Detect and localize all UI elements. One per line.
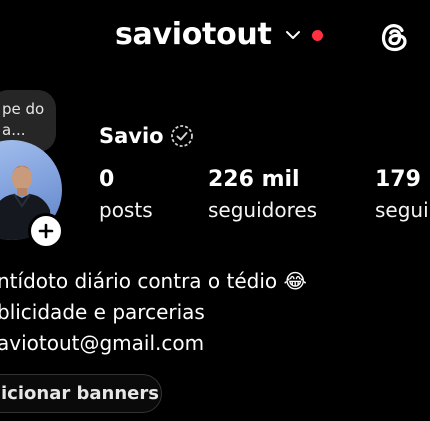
stat-label: seguidores	[208, 198, 318, 222]
add-banners-label: icionar banners	[1, 383, 159, 404]
stat-following[interactable]: 179 segui	[375, 165, 429, 225]
bio-line: ntídoto diário contra o tédio 😂	[0, 269, 307, 293]
threads-button[interactable]	[372, 15, 416, 59]
bio: ntídoto diário contra o tédio 😂 blicidad…	[0, 266, 307, 359]
account-switcher[interactable]: saviotout	[115, 14, 323, 56]
profile-screen: saviotout pe do a... Savio 0 posts 226 m…	[0, 0, 430, 421]
add-banners-button[interactable]: icionar banners	[0, 374, 162, 413]
stat-posts[interactable]: 0 posts	[99, 165, 153, 225]
bio-email-link[interactable]: aviotout@gmail.com	[0, 328, 307, 359]
stat-value: 0	[99, 167, 115, 192]
notification-dot	[311, 29, 323, 41]
display-name-row: Savio	[99, 122, 194, 150]
stat-followers[interactable]: 226 mil seguidores	[208, 165, 317, 225]
username-label: saviotout	[115, 17, 272, 52]
stat-label: segui	[375, 198, 429, 222]
bio-line: blicidade e parcerias	[0, 300, 205, 324]
chevron-down-icon	[285, 31, 300, 39]
stat-value: 179	[375, 167, 421, 192]
add-story-button[interactable]	[28, 213, 64, 249]
stat-label: posts	[99, 198, 153, 222]
plus-icon	[38, 223, 54, 239]
display-name: Savio	[99, 124, 164, 148]
threads-icon	[381, 24, 407, 52]
stat-value: 226 mil	[208, 167, 300, 192]
verified-badge-icon	[170, 125, 193, 147]
